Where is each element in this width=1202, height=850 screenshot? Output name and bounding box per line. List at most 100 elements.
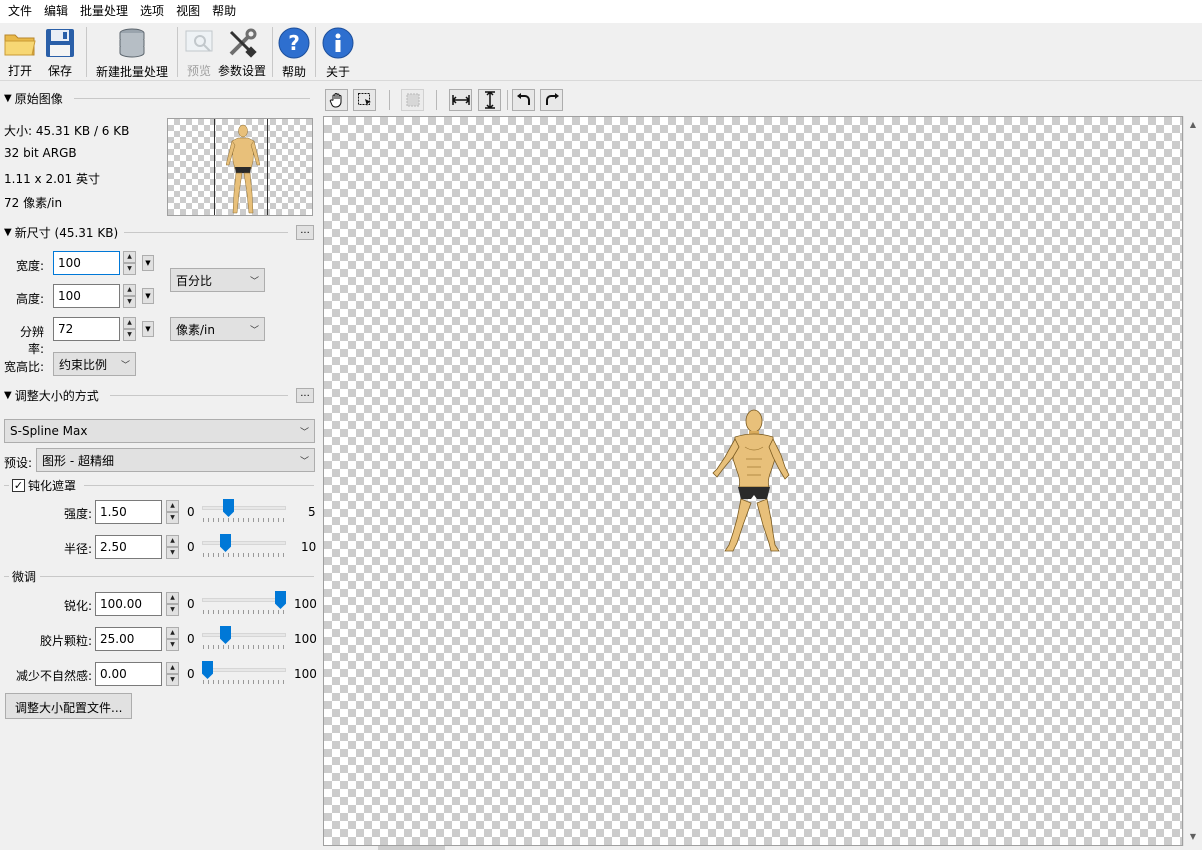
resolution-spinner[interactable]: ▲ ▼: [123, 317, 136, 341]
rotate-left-button[interactable]: [512, 89, 535, 111]
rotate-right-button[interactable]: [540, 89, 563, 111]
original-header-label: 原始图像: [14, 91, 63, 106]
sharpen-slider-thumb[interactable]: [275, 591, 286, 609]
original-section-header[interactable]: ▼ 原始图像: [4, 89, 63, 107]
film-grain-max-label: 100: [294, 632, 317, 646]
chevron-down-icon: ﹀: [299, 456, 309, 467]
rotate-left-icon: [516, 93, 530, 105]
save-label: 保存: [47, 64, 72, 78]
strength-input[interactable]: [95, 500, 162, 524]
help-button[interactable]: ? 帮助: [277, 23, 311, 79]
strength-slider-thumb[interactable]: [223, 499, 234, 517]
height-label: 高度:: [15, 292, 44, 306]
method-options-button[interactable]: ...: [296, 388, 314, 403]
open-button[interactable]: 打开: [2, 23, 38, 79]
algorithm-value: S-Spline Max: [10, 424, 88, 438]
film-grain-label: 胶片颗粒:: [39, 634, 92, 648]
artifact-reduction-slider-track[interactable]: [202, 668, 286, 672]
size-unit-select[interactable]: 百分比 ﹀: [170, 268, 265, 292]
artifact-reduction-spinner[interactable]: ▲ ▼: [166, 662, 179, 686]
menu-batch[interactable]: 批量处理: [74, 0, 134, 23]
horizontal-scrollbar-thumb[interactable]: [378, 846, 445, 850]
collapse-triangle-icon: ▼: [4, 92, 12, 104]
about-button[interactable]: 关于: [320, 23, 356, 79]
radius-slider-track[interactable]: [202, 541, 286, 545]
open-folder-icon: [4, 27, 36, 58]
image-preview-canvas[interactable]: [323, 116, 1183, 846]
menu-help[interactable]: 帮助: [206, 0, 242, 23]
section-divider: [124, 232, 288, 233]
sharpen-spinner[interactable]: ▲ ▼: [166, 592, 179, 616]
preview-button[interactable]: 预览: [182, 23, 216, 79]
save-button[interactable]: 保存: [38, 23, 82, 79]
radius-spinner[interactable]: ▲ ▼: [166, 535, 179, 559]
radius-min-label: 0: [187, 540, 195, 554]
fit-height-button[interactable]: [478, 89, 501, 111]
film-grain-input[interactable]: [95, 627, 162, 651]
width-unit-dropdown-button[interactable]: ▼: [142, 255, 154, 271]
width-input[interactable]: [53, 251, 120, 275]
toolbar-separator: [507, 90, 508, 110]
artifact-reduction-label: 减少不自然感:: [15, 669, 92, 683]
strength-max-label: 5: [308, 505, 316, 519]
preset-select[interactable]: 图形 - 超精细 ﹀: [36, 448, 315, 472]
main-toolbar: 打开 保存 新建批量处理 预览 参数设置 ? 帮助 关于: [0, 23, 1202, 81]
film-grain-slider-ticks: [203, 645, 287, 649]
strength-slider-track[interactable]: [202, 506, 286, 510]
method-section-header[interactable]: ▼ 调整大小的方式: [4, 386, 99, 404]
aspect-ratio-select[interactable]: 约束比例 ﹀: [53, 352, 136, 376]
resolution-input[interactable]: [53, 317, 120, 341]
new-batch-button[interactable]: 新建批量处理: [91, 23, 173, 79]
strength-spinner[interactable]: ▲ ▼: [166, 500, 179, 524]
settings-panel: ▼ 原始图像 大小: 45.31 KB / 6 KB 32 bit ARGB 1…: [0, 82, 322, 850]
toolbar-separator: [272, 27, 273, 77]
film-grain-slider-thumb[interactable]: [220, 626, 231, 644]
radius-slider-ticks: [203, 553, 287, 557]
artifact-reduction-input[interactable]: [95, 662, 162, 686]
resize-profile-button[interactable]: 调整大小配置文件...: [5, 693, 133, 719]
height-input[interactable]: [53, 284, 120, 308]
scroll-up-arrow-icon[interactable]: ▲: [1184, 116, 1202, 133]
strength-label: 强度:: [63, 507, 92, 521]
artifact-reduction-slider-thumb[interactable]: [202, 661, 213, 679]
section-divider: [40, 576, 314, 577]
width-spinner[interactable]: ▲ ▼: [123, 251, 136, 275]
resolution-label: 分辨率:: [19, 325, 44, 356]
radius-input[interactable]: [95, 535, 162, 559]
original-thumbnail[interactable]: [167, 118, 313, 216]
menu-file[interactable]: 文件: [2, 0, 38, 23]
sharpen-input[interactable]: [95, 592, 162, 616]
select-tool-button[interactable]: [353, 89, 376, 111]
strength-slider-ticks: [203, 518, 287, 522]
height-unit-dropdown-button[interactable]: ▼: [142, 288, 154, 304]
collapse-triangle-icon: ▼: [4, 226, 12, 238]
section-divider: [4, 576, 9, 577]
film-grain-slider-track[interactable]: [202, 633, 286, 637]
chevron-down-icon: ﹀: [299, 427, 309, 438]
height-spinner[interactable]: ▲ ▼: [123, 284, 136, 308]
hand-tool-button[interactable]: [325, 89, 348, 111]
scroll-down-arrow-icon[interactable]: ▼: [1184, 828, 1202, 845]
preset-value: 图形 - 超精细: [42, 453, 114, 468]
film-grain-spinner[interactable]: ▲ ▼: [166, 627, 179, 651]
menu-edit[interactable]: 编辑: [38, 0, 74, 23]
toolbar-separator: [86, 27, 87, 77]
new-size-section-header[interactable]: ▼ 新尺寸 (45.31 KB): [4, 223, 118, 241]
vertical-scrollbar[interactable]: ▲ ▼: [1183, 116, 1202, 846]
menu-options[interactable]: 选项: [134, 0, 170, 23]
resolution-unit-select[interactable]: 像素/in ﹀: [170, 317, 265, 341]
help-icon: ?: [278, 27, 310, 59]
settings-button[interactable]: 参数设置: [216, 23, 268, 79]
algorithm-select[interactable]: S-Spline Max ﹀: [4, 419, 315, 443]
crop-button[interactable]: [401, 89, 424, 111]
preview-label: 预览: [186, 64, 211, 78]
batch-database-icon: [116, 27, 148, 59]
toolbar-separator: [177, 27, 178, 77]
resolution-dropdown-button[interactable]: ▼: [142, 321, 154, 337]
new-size-options-button[interactable]: ...: [296, 225, 314, 240]
fit-width-button[interactable]: [449, 89, 472, 111]
menu-view[interactable]: 视图: [170, 0, 206, 23]
unsharp-mask-checkbox[interactable]: ✓: [12, 479, 25, 492]
radius-slider-thumb[interactable]: [220, 534, 231, 552]
sharpen-slider-track[interactable]: [202, 598, 286, 602]
